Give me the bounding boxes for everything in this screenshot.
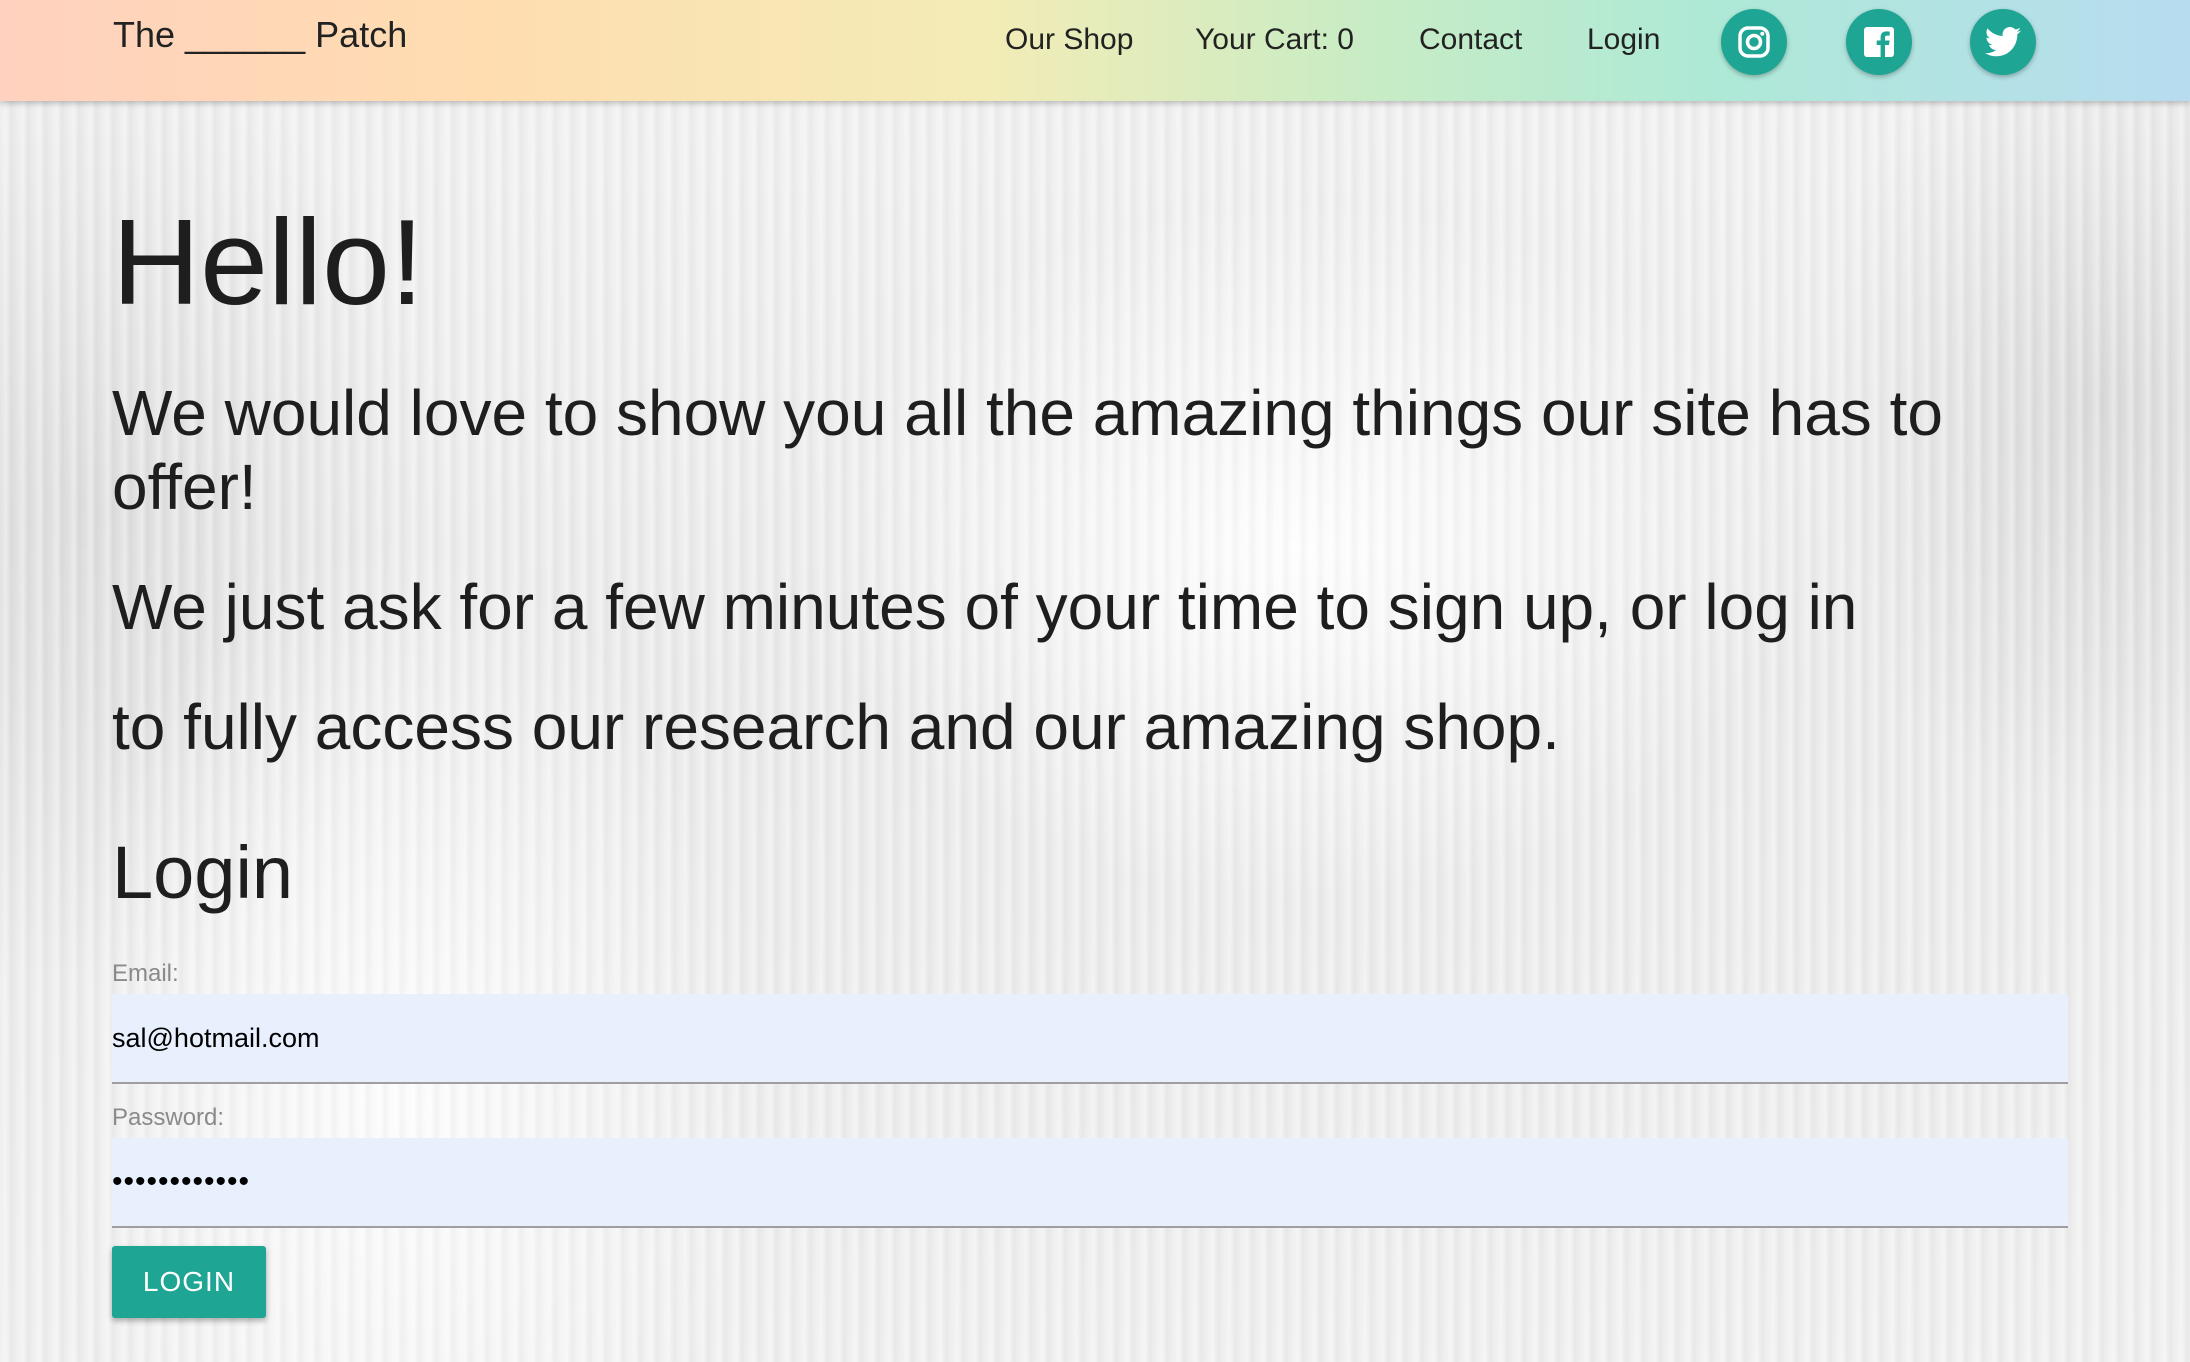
brand-logo-text[interactable]: The ______ Patch <box>113 14 407 56</box>
twitter-icon <box>1985 27 2021 57</box>
twitter-button[interactable] <box>1970 9 2036 75</box>
page-title: Hello! <box>112 194 424 330</box>
nav-our-shop-link[interactable]: Our Shop <box>1005 0 1133 80</box>
facebook-icon <box>1864 27 1894 57</box>
main-content: Hello! We would love to show you all the… <box>0 0 2190 1362</box>
email-value: sal@hotmail.com <box>112 1022 320 1053</box>
email-label: Email: <box>112 960 179 987</box>
top-navbar: The ______ Patch Our Shop Your Cart: 0 C… <box>0 0 2190 101</box>
nav-cart-link[interactable]: Your Cart: 0 <box>1195 0 1354 80</box>
facebook-button[interactable] <box>1846 9 1912 75</box>
nav-contact-link[interactable]: Contact <box>1419 0 1522 80</box>
intro-paragraph-3: to fully access our research and our ama… <box>112 691 1560 763</box>
instagram-icon <box>1738 26 1770 58</box>
intro-paragraph-1: We would love to show you all the amazin… <box>112 377 1943 523</box>
password-value: •••••••••••• <box>112 1165 251 1198</box>
email-field[interactable]: sal@hotmail.com <box>112 994 2068 1084</box>
password-field[interactable]: •••••••••••• <box>112 1138 2068 1228</box>
instagram-button[interactable] <box>1721 9 1787 75</box>
password-label: Password: <box>112 1104 225 1131</box>
login-heading: Login <box>112 831 294 914</box>
login-button[interactable]: LOGIN <box>112 1246 266 1318</box>
intro-paragraph-2: We just ask for a few minutes of your ti… <box>112 571 1858 643</box>
nav-login-link[interactable]: Login <box>1587 0 1660 80</box>
